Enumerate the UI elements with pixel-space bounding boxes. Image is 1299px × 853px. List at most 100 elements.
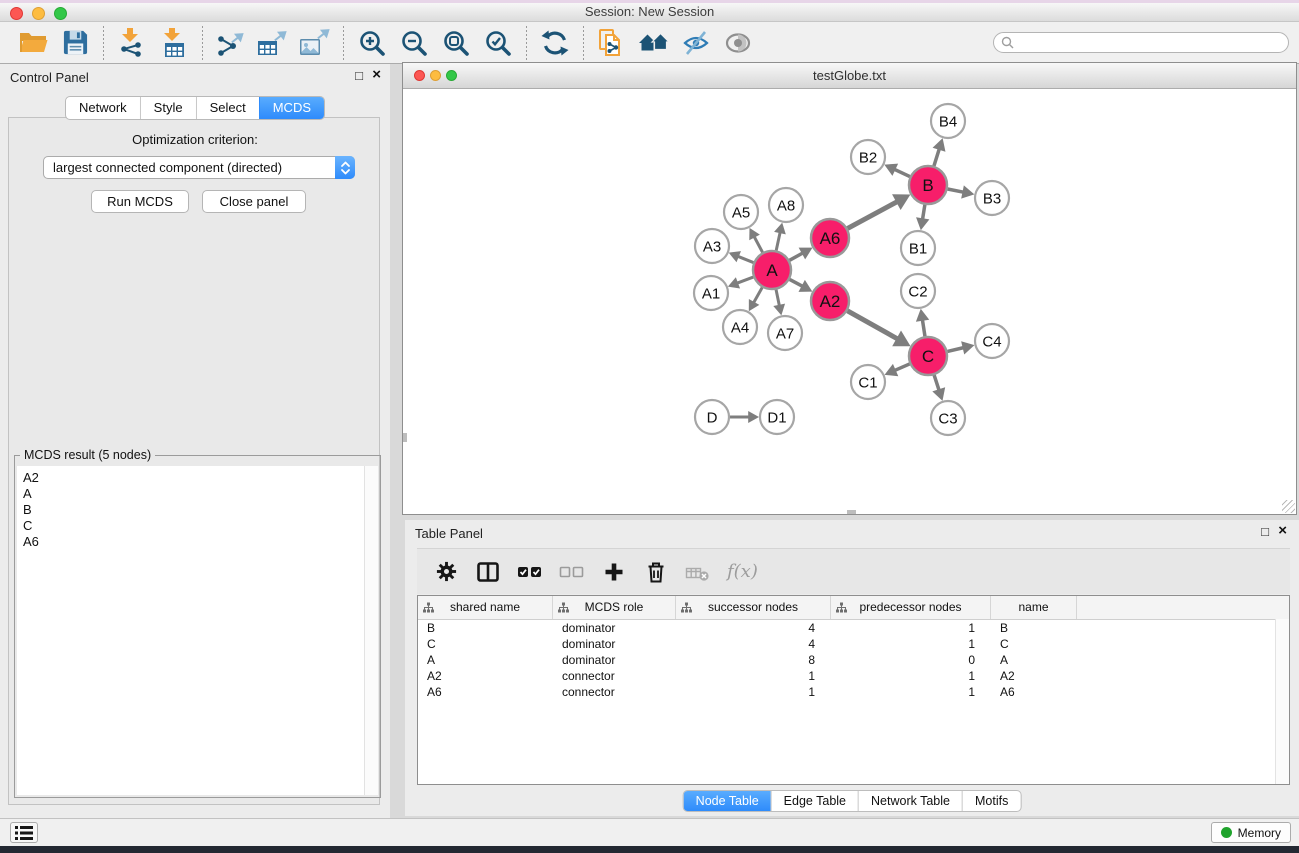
- mcds-result-item[interactable]: B: [23, 502, 378, 518]
- export-image-button[interactable]: [296, 25, 334, 61]
- table-cell[interactable]: 1: [676, 668, 831, 684]
- tab-network[interactable]: Network: [66, 97, 140, 119]
- minimize-window-button[interactable]: [32, 7, 45, 20]
- graph-node-A1[interactable]: A1: [694, 276, 728, 310]
- tab-style[interactable]: Style: [140, 97, 196, 119]
- run-mcds-button[interactable]: Run MCDS: [91, 190, 189, 213]
- table-settings-button[interactable]: [433, 558, 459, 586]
- graph-edge-B-B1[interactable]: [923, 205, 925, 220]
- show-button[interactable]: [719, 25, 757, 61]
- window-resize-grip[interactable]: [1282, 500, 1295, 513]
- function-builder-button[interactable]: f(x): [727, 558, 758, 586]
- table-cell[interactable]: dominator: [553, 636, 676, 652]
- graph-edge-C-C3[interactable]: [934, 375, 939, 390]
- graph-edge-A6-B[interactable]: [848, 202, 898, 229]
- delete-column-button[interactable]: [643, 558, 669, 586]
- graph-edge-A-A6[interactable]: [790, 253, 803, 260]
- graph-node-C[interactable]: C: [909, 337, 947, 375]
- graph-edge-A2-C[interactable]: [847, 311, 897, 339]
- graph-edge-A-A2[interactable]: [790, 279, 803, 286]
- table-cell[interactable]: 4: [676, 636, 831, 652]
- create-column-button[interactable]: [601, 558, 627, 586]
- graph-node-D[interactable]: D: [695, 400, 729, 434]
- node-table-scrollbar[interactable]: [1275, 619, 1289, 784]
- graph-node-A4[interactable]: A4: [723, 310, 757, 344]
- graph-edge-C-C1[interactable]: [895, 364, 910, 370]
- delete-table-button[interactable]: [685, 558, 711, 586]
- graph-node-B[interactable]: B: [909, 166, 947, 204]
- graph-edge-C-C2[interactable]: [922, 320, 925, 336]
- graph-node-A5[interactable]: A5: [724, 195, 758, 229]
- graph-edge-A-A5[interactable]: [754, 237, 762, 253]
- graph-edge-A-A3[interactable]: [738, 256, 754, 262]
- table-row[interactable]: Bdominator41B: [418, 620, 1289, 636]
- optimization-criterion-select[interactable]: largest connected component (directed): [43, 156, 355, 179]
- graph-node-B4[interactable]: B4: [931, 104, 965, 138]
- zoom-selected-button[interactable]: [479, 25, 517, 61]
- graph-node-C1[interactable]: C1: [851, 365, 885, 399]
- mcds-result-item[interactable]: A2: [23, 470, 378, 486]
- graph-node-C4[interactable]: C4: [975, 324, 1009, 358]
- control-panel-float-icon[interactable]: □: [355, 69, 363, 83]
- tab-node-table[interactable]: Node Table: [684, 791, 771, 811]
- graph-edge-A-A7[interactable]: [776, 290, 779, 306]
- table-cell[interactable]: connector: [553, 684, 676, 700]
- column-header-predecessor-nodes[interactable]: predecessor nodes: [831, 596, 991, 619]
- table-cell[interactable]: connector: [553, 668, 676, 684]
- save-session-button[interactable]: [56, 25, 94, 61]
- graph-edge-C-C4[interactable]: [947, 348, 963, 352]
- table-cell[interactable]: A6: [991, 684, 1077, 700]
- table-cell[interactable]: 1: [676, 684, 831, 700]
- mcds-result-item[interactable]: A6: [23, 534, 378, 550]
- table-cell[interactable]: 8: [676, 652, 831, 668]
- network-zoom-button[interactable]: [446, 70, 457, 81]
- table-row[interactable]: Adominator80A: [418, 652, 1289, 668]
- graph-node-C2[interactable]: C2: [901, 274, 935, 308]
- graph-edge-A-A4[interactable]: [754, 287, 763, 302]
- graph-edge-B-B2[interactable]: [894, 169, 910, 176]
- search-input[interactable]: [1018, 35, 1288, 51]
- graph-edge-A-A1[interactable]: [737, 277, 753, 283]
- graph-node-B1[interactable]: B1: [901, 231, 935, 265]
- table-cell[interactable]: dominator: [553, 620, 676, 636]
- graph-node-A3[interactable]: A3: [695, 229, 729, 263]
- graph-node-A[interactable]: A: [753, 251, 791, 289]
- column-header-successor-nodes[interactable]: successor nodes: [676, 596, 831, 619]
- network-graph[interactable]: B4B2BB3A8A5A6A3B1AC2A1A2A4A7C4CC1DD1C3: [403, 88, 1296, 514]
- network-close-button[interactable]: [414, 70, 425, 81]
- memory-button[interactable]: Memory: [1211, 822, 1291, 843]
- close-window-button[interactable]: [10, 7, 23, 20]
- open-session-button[interactable]: [14, 25, 52, 61]
- tab-network-table[interactable]: Network Table: [858, 791, 962, 811]
- zoom-out-button[interactable]: [395, 25, 433, 61]
- close-panel-button[interactable]: Close panel: [202, 190, 306, 213]
- table-cell[interactable]: B: [418, 620, 553, 636]
- select-all-columns-button[interactable]: [517, 558, 543, 586]
- task-history-button[interactable]: [10, 822, 38, 843]
- table-cell[interactable]: 1: [831, 668, 991, 684]
- table-cell[interactable]: A2: [418, 668, 553, 684]
- graph-node-A7[interactable]: A7: [768, 316, 802, 350]
- column-header-name[interactable]: name: [991, 596, 1077, 619]
- home-button[interactable]: [635, 25, 673, 61]
- tab-mcds[interactable]: MCDS: [259, 97, 324, 119]
- graph-node-D1[interactable]: D1: [760, 400, 794, 434]
- table-panel-float-icon[interactable]: □: [1261, 525, 1269, 539]
- table-cell[interactable]: dominator: [553, 652, 676, 668]
- table-cell[interactable]: A6: [418, 684, 553, 700]
- graph-edge-B-B3[interactable]: [948, 189, 964, 192]
- deselect-all-columns-button[interactable]: [559, 558, 585, 586]
- table-cell[interactable]: A: [418, 652, 553, 668]
- tab-edge-table[interactable]: Edge Table: [771, 791, 858, 811]
- graph-node-A2[interactable]: A2: [811, 282, 849, 320]
- control-panel-close-icon[interactable]: ×: [372, 68, 381, 82]
- graph-node-A8[interactable]: A8: [769, 188, 803, 222]
- import-network-button[interactable]: [113, 25, 151, 61]
- zoom-in-button[interactable]: [353, 25, 391, 61]
- graph-node-A6[interactable]: A6: [811, 219, 849, 257]
- table-panel-close-icon[interactable]: ×: [1278, 524, 1287, 538]
- graph-edge-A-A8[interactable]: [776, 232, 780, 250]
- network-window-titlebar[interactable]: testGlobe.txt: [403, 63, 1296, 89]
- refresh-button[interactable]: [536, 25, 574, 61]
- mcds-result-item[interactable]: C: [23, 518, 378, 534]
